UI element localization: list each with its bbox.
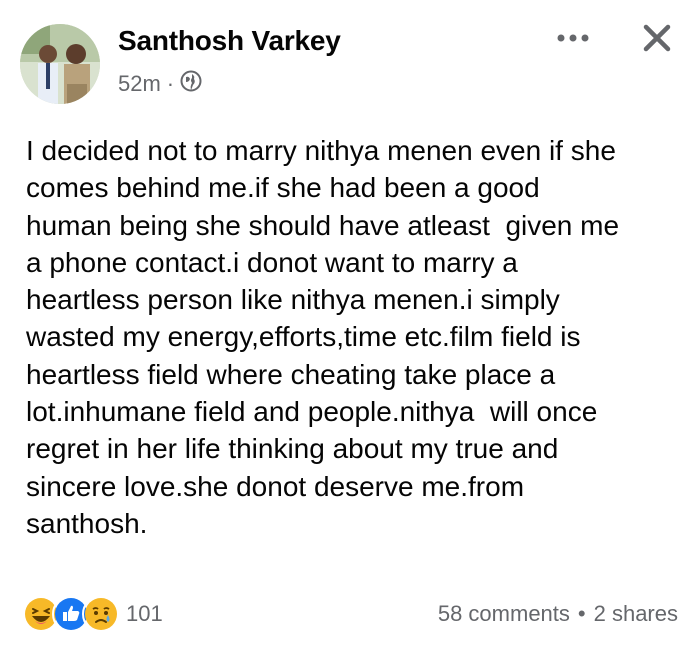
stats-separator: •	[577, 601, 586, 626]
more-horizontal-icon	[557, 34, 589, 42]
avatar-photo	[20, 24, 100, 104]
reactions-summary[interactable]: 101	[22, 595, 163, 633]
post-timestamp[interactable]: 52m	[118, 71, 161, 97]
author-name[interactable]: Santhosh Varkey	[118, 25, 341, 57]
shares-count-link[interactable]: 2 shares	[594, 601, 678, 627]
comments-count-link[interactable]: 58 comments	[438, 601, 570, 627]
post-body: I decided not to marry nithya menen even…	[26, 135, 620, 539]
meta-separator: ·	[166, 71, 175, 96]
globe-icon[interactable]	[180, 70, 202, 98]
reaction-count: 101	[126, 601, 163, 626]
sad-reaction-icon	[82, 595, 120, 633]
post-meta: 52m ·	[118, 70, 202, 98]
close-icon	[643, 24, 671, 52]
more-options-button[interactable]	[553, 26, 593, 50]
author-avatar[interactable]	[20, 24, 100, 104]
engagement-stats: 58 comments • 2 shares	[438, 601, 678, 627]
post-footer: 101 58 comments • 2 shares	[22, 595, 678, 635]
close-button[interactable]	[637, 18, 677, 58]
